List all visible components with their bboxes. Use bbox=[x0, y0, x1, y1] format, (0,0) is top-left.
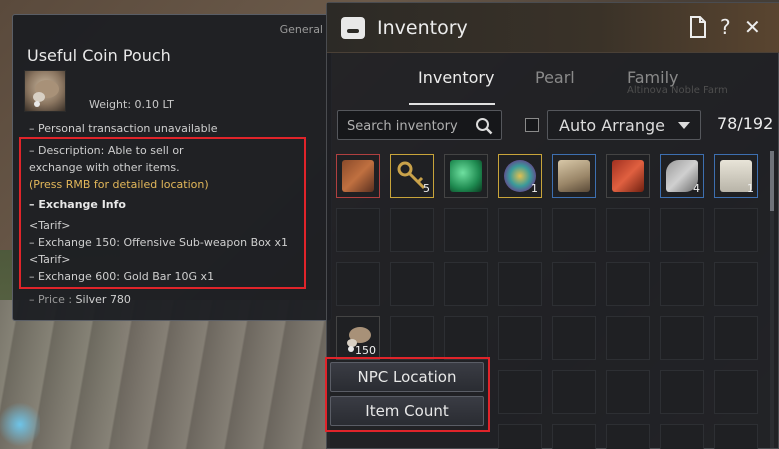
plus-ten-item-icon bbox=[612, 160, 644, 192]
search-placeholder: Search inventory bbox=[347, 119, 458, 134]
background-glow bbox=[0, 400, 40, 449]
tooltip-description-2: exchange with other items. bbox=[29, 161, 180, 174]
chevron-down-icon bbox=[678, 122, 690, 129]
inventory-slot-empty[interactable] bbox=[552, 208, 596, 252]
inventory-slot[interactable]: 1 bbox=[714, 154, 758, 198]
inventory-slot-empty[interactable] bbox=[660, 208, 704, 252]
item-quantity: 150 bbox=[355, 344, 376, 357]
bag-item-icon bbox=[342, 160, 374, 192]
inventory-slot-empty[interactable] bbox=[714, 262, 758, 306]
inventory-slot[interactable] bbox=[552, 154, 596, 198]
inventory-slot-empty[interactable] bbox=[498, 208, 542, 252]
inventory-slot-empty[interactable] bbox=[606, 370, 650, 414]
inventory-slot-empty[interactable] bbox=[714, 316, 758, 360]
inventory-slot-empty[interactable] bbox=[552, 424, 596, 449]
inventory-slot-empty[interactable] bbox=[390, 316, 434, 360]
inventory-slot-empty[interactable] bbox=[552, 262, 596, 306]
inventory-slot-empty[interactable] bbox=[444, 262, 488, 306]
coin-pouch-icon bbox=[24, 70, 66, 112]
inventory-title: Inventory bbox=[377, 17, 468, 39]
item-quantity: 5 bbox=[423, 182, 430, 195]
item-count-button[interactable]: Item Count bbox=[330, 396, 484, 426]
inventory-slot-empty[interactable] bbox=[390, 208, 434, 252]
inventory-slot-empty[interactable] bbox=[552, 316, 596, 360]
inventory-slot-empty[interactable] bbox=[660, 316, 704, 360]
green-gem-item-icon bbox=[450, 160, 482, 192]
tooltip-tarif-2: <Tarif> bbox=[29, 253, 71, 266]
inventory-slot-coin-pouch[interactable]: 150 bbox=[336, 316, 380, 360]
tooltip-price-label: – Price : bbox=[29, 293, 73, 306]
search-input[interactable]: Search inventory bbox=[337, 110, 502, 140]
inventory-slot[interactable] bbox=[336, 154, 380, 198]
item-tooltip: General Useful Coin Pouch Weight: 0.10 L… bbox=[12, 14, 332, 321]
tooltip-exchange-2: – Exchange 600: Gold Bar 10G x1 bbox=[29, 270, 215, 283]
inventory-slot-empty[interactable] bbox=[444, 208, 488, 252]
inventory-slot-empty[interactable] bbox=[714, 208, 758, 252]
inventory-scrollbar-thumb[interactable] bbox=[770, 151, 774, 211]
close-icon[interactable]: ✕ bbox=[744, 16, 761, 38]
inventory-slot-empty[interactable] bbox=[336, 208, 380, 252]
inventory-slot-empty[interactable] bbox=[498, 370, 542, 414]
auto-arrange-dropdown[interactable]: Auto Arrange bbox=[547, 110, 701, 140]
inventory-slot-empty[interactable] bbox=[606, 316, 650, 360]
background-stone-path bbox=[0, 300, 330, 449]
active-tab-underline bbox=[409, 103, 495, 105]
inventory-slot[interactable]: 4 bbox=[660, 154, 704, 198]
tooltip-category: General bbox=[279, 23, 323, 36]
inventory-slot[interactable]: 1 bbox=[498, 154, 542, 198]
inventory-slot-empty[interactable] bbox=[498, 316, 542, 360]
inventory-slot[interactable] bbox=[606, 154, 650, 198]
inventory-bag-icon bbox=[341, 17, 365, 39]
item-quantity: 4 bbox=[693, 182, 700, 195]
tab-inventory[interactable]: Inventory bbox=[418, 68, 494, 87]
tooltip-description-1: – Description: Able to sell or bbox=[29, 144, 184, 157]
inventory-slot[interactable] bbox=[444, 154, 488, 198]
inventory-slot-empty[interactable] bbox=[606, 208, 650, 252]
inventory-slot-empty[interactable] bbox=[498, 262, 542, 306]
inventory-slot-empty[interactable] bbox=[714, 424, 758, 449]
search-icon[interactable] bbox=[475, 117, 493, 135]
inventory-slot-empty[interactable] bbox=[336, 262, 380, 306]
inventory-header: Inventory ? ✕ bbox=[327, 3, 779, 53]
inventory-slot-count: 78/192 bbox=[717, 114, 774, 133]
inventory-slot-empty[interactable] bbox=[660, 424, 704, 449]
item-quantity: 1 bbox=[531, 182, 538, 195]
inventory-slot-empty[interactable] bbox=[660, 262, 704, 306]
tooltip-title: Useful Coin Pouch bbox=[27, 46, 171, 65]
tooltip-description-hint: (Press RMB for detailed location) bbox=[29, 178, 209, 191]
background-location-text: Altinova Noble Farm bbox=[627, 85, 728, 96]
tooltip-price-value: Silver 780 bbox=[75, 293, 131, 306]
tooltip-price: – Price : Silver 780 bbox=[29, 293, 131, 306]
inventory-slot-empty[interactable] bbox=[606, 262, 650, 306]
npc-location-button[interactable]: NPC Location bbox=[330, 362, 484, 392]
scroll-item-icon bbox=[558, 160, 590, 192]
tooltip-tarif-1: <Tarif> bbox=[29, 219, 71, 232]
inventory-slot-empty[interactable] bbox=[552, 370, 596, 414]
inventory-slot-empty[interactable] bbox=[714, 370, 758, 414]
inventory-slot-empty[interactable] bbox=[390, 262, 434, 306]
document-icon[interactable] bbox=[689, 16, 707, 42]
inventory-slot-empty[interactable] bbox=[660, 370, 704, 414]
tooltip-transaction: – Personal transaction unavailable bbox=[29, 122, 218, 135]
tooltip-exchange-1: – Exchange 150: Offensive Sub-weapon Box… bbox=[29, 236, 289, 249]
auto-arrange-label: Auto Arrange bbox=[559, 116, 665, 135]
inventory-slot-empty[interactable] bbox=[606, 424, 650, 449]
help-icon[interactable]: ? bbox=[720, 16, 731, 38]
inventory-slot-empty[interactable] bbox=[444, 316, 488, 360]
item-quantity: 1 bbox=[747, 182, 754, 195]
tab-pearl[interactable]: Pearl bbox=[535, 68, 575, 87]
inventory-slot-empty[interactable] bbox=[498, 424, 542, 449]
tooltip-weight: Weight: 0.10 LT bbox=[89, 98, 174, 111]
tooltip-exchange-heading: – Exchange Info bbox=[29, 198, 126, 211]
auto-arrange-checkbox[interactable] bbox=[525, 118, 539, 132]
inventory-slot[interactable]: 5 bbox=[390, 154, 434, 198]
